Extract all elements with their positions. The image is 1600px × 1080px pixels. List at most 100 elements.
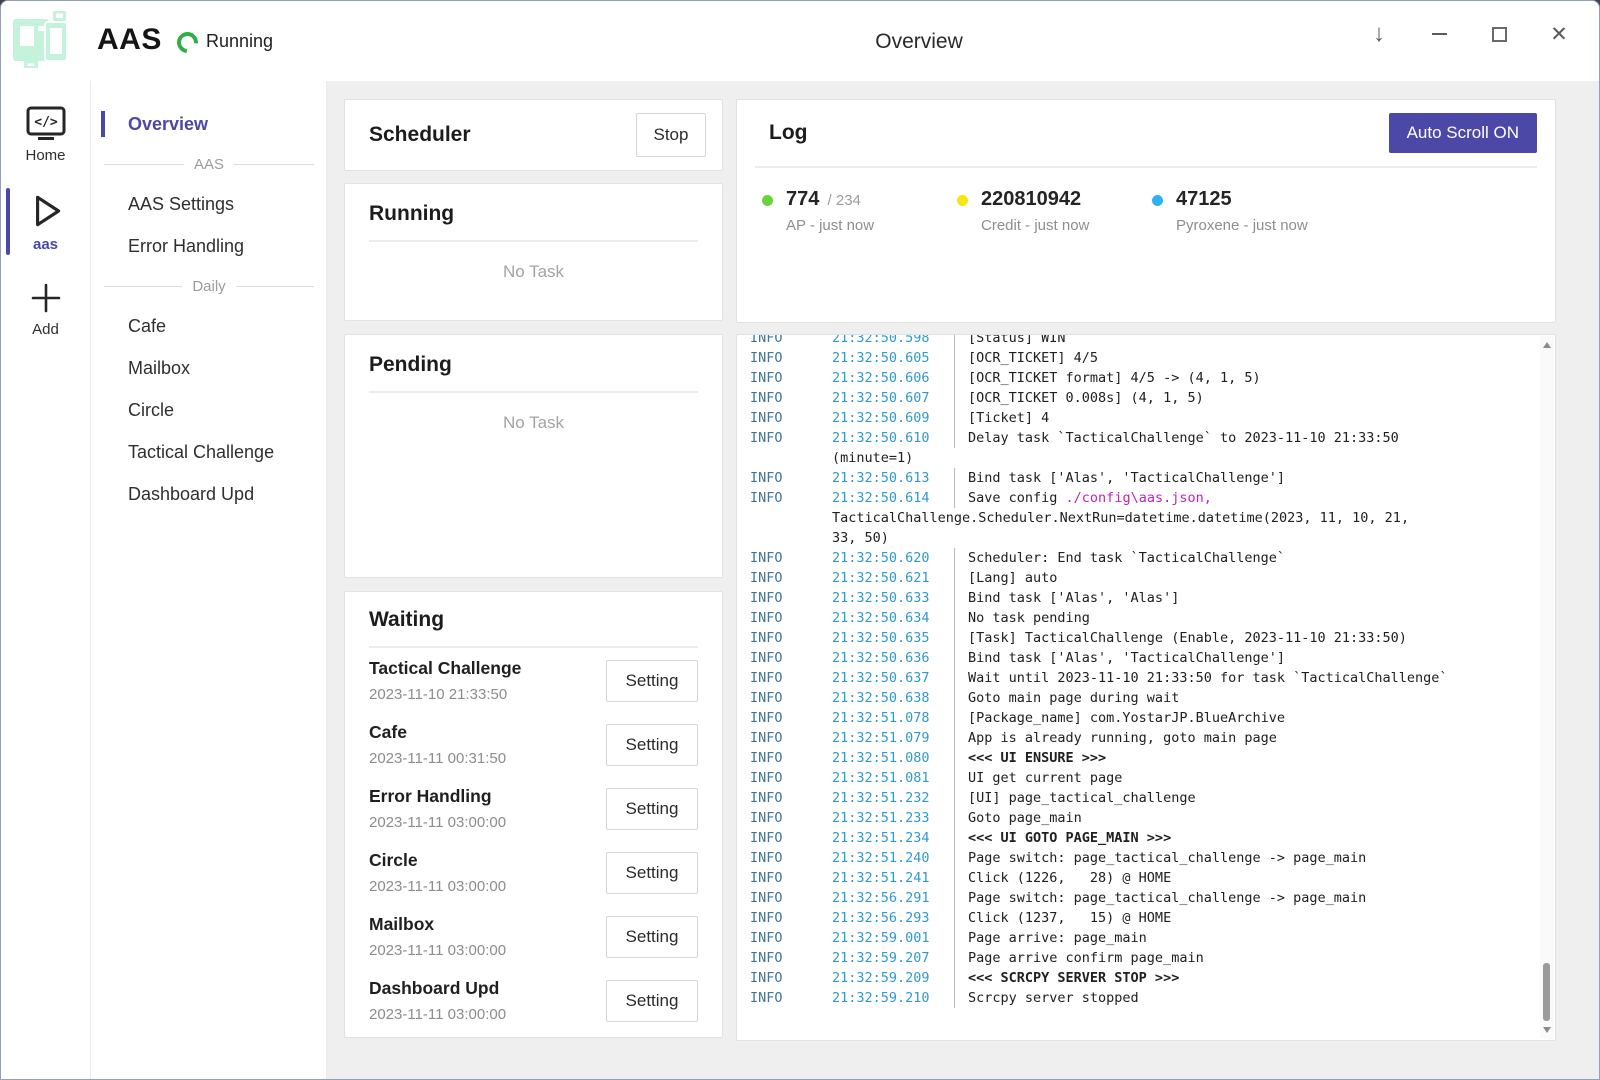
stat-value: 47125: [1176, 188, 1308, 211]
app-window: AAS Running Overview ↓ ✕ </> Home aas: [0, 0, 1600, 1080]
nav-item-error-handling[interactable]: Error Handling: [92, 225, 326, 267]
log-line: INFO21:32:50.614Save config ./config\aas…: [750, 488, 1529, 508]
log-line: INFO21:32:50.638Goto main page during wa…: [750, 688, 1529, 708]
waiting-task-next-run: 2023-11-11 03:00:00: [369, 942, 506, 959]
waiting-task-list: Tactical Challenge 2023-11-10 21:33:50 Set…: [369, 648, 698, 1032]
log-line: INFO21:32:50.620Scheduler: End task `Tac…: [750, 548, 1529, 568]
log-line: INFO21:32:50.635[Task] TacticalChallenge…: [750, 628, 1529, 648]
task-setting-button[interactable]: Setting: [606, 980, 698, 1022]
divider: [369, 391, 698, 393]
log-stats: 774 / 234AP - just now220810942Credit - …: [737, 168, 1555, 234]
running-title: Running: [369, 202, 698, 226]
close-icon[interactable]: ✕: [1545, 20, 1573, 48]
nav-item-label: Overview: [128, 114, 208, 135]
log-line-continuation: 33, 50): [750, 528, 1529, 548]
log-line: INFO21:32:50.634No task pending: [750, 608, 1529, 628]
rail-item-home[interactable]: </> Home: [1, 101, 90, 168]
play-icon: [25, 190, 67, 232]
titlebar: AAS Running Overview ↓ ✕: [1, 1, 1599, 81]
waiting-task-name: Mailbox: [369, 914, 506, 935]
log-line: INFO21:32:50.606[OCR_TICKET format] 4/5 …: [750, 368, 1529, 388]
nav-item-aas-settings[interactable]: AAS Settings: [92, 183, 326, 225]
waiting-task-next-run: 2023-11-11 03:00:00: [369, 1006, 506, 1023]
task-setting-button[interactable]: Setting: [606, 916, 698, 958]
log-line: INFO21:32:50.636Bind task ['Alas', 'Tact…: [750, 648, 1529, 668]
nav-item-mailbox[interactable]: Mailbox: [92, 347, 326, 389]
minimize-icon[interactable]: [1425, 20, 1453, 48]
waiting-task-row: Dashboard Upd 2023-11-11 03:00:00 Setting: [369, 968, 698, 1032]
log-line: INFO21:32:50.633Bind task ['Alas', 'Alas…: [750, 588, 1529, 608]
stat-suffix: / 234: [823, 192, 861, 209]
scheduler-status-label: Running: [206, 31, 273, 52]
log-stat: 774 / 234AP - just now: [762, 188, 957, 234]
nav-item-cafe[interactable]: Cafe: [92, 305, 326, 347]
log-scrollbar[interactable]: [1540, 336, 1554, 1039]
stat-dot-icon: [957, 195, 968, 206]
waiting-task-next-run: 2023-11-11 00:31:50: [369, 750, 506, 767]
scroll-down-icon[interactable]: [1543, 1027, 1551, 1033]
stat-label: Pyroxene - just now: [1176, 217, 1308, 234]
log-line-continuation: TacticalChallenge.Scheduler.NextRun=date…: [750, 508, 1529, 528]
nav-item-label: Mailbox: [128, 358, 190, 379]
main-content: Scheduler Stop Running No Task Pending N…: [327, 81, 1599, 1079]
log-line: INFO21:32:51.081UI get current page: [750, 768, 1529, 788]
log-line: INFO21:32:50.621[Lang] auto: [750, 568, 1529, 588]
log-line: INFO21:32:51.240Page switch: page_tactic…: [750, 848, 1529, 868]
scroll-up-icon[interactable]: [1543, 342, 1551, 348]
log-lines: INFO21:32:50.598[Status] WININFO21:32:50…: [750, 334, 1529, 1008]
waiting-task-name: Dashboard Upd: [369, 978, 506, 999]
task-setting-button[interactable]: Setting: [606, 788, 698, 830]
waiting-task-name: Cafe: [369, 722, 506, 743]
rail-item-add[interactable]: Add: [1, 275, 90, 342]
log-output[interactable]: INFO21:32:50.598[Status] WININFO21:32:50…: [736, 334, 1556, 1041]
log-card: Log Auto Scroll ON 774 / 234AP - just no…: [736, 99, 1556, 323]
waiting-task-row: Circle2023-11-11 03:00:00Setting: [369, 840, 698, 904]
log-line: INFO21:32:59.209<<< SCRCPY SERVER STOP >…: [750, 968, 1529, 988]
waiting-task-row: Cafe 2023-11-11 00:31:50 Setting: [369, 712, 698, 776]
log-line: INFO21:32:59.001Page arrive: page_main: [750, 928, 1529, 948]
scheduler-card: Scheduler Stop: [344, 99, 723, 171]
waiting-task-name: Error Handling: [369, 786, 506, 807]
rail-item-label: Home: [25, 147, 65, 164]
nav-section-divider: AAS: [92, 145, 326, 183]
waiting-task-next-run: 2023-11-10 21:33:50: [369, 686, 521, 703]
waiting-task-row: Tactical Challenge 2023-11-10 21:33:50 Set…: [369, 648, 698, 712]
stat-dot-icon: [762, 195, 773, 206]
log-line: INFO21:32:50.613Bind task ['Alas', 'Tact…: [750, 468, 1529, 488]
app-logo-icon: [11, 9, 75, 71]
auto-scroll-button[interactable]: Auto Scroll ON: [1389, 113, 1537, 153]
nav-item-label: Circle: [128, 400, 174, 421]
rail-item-aas[interactable]: aas: [1, 186, 90, 257]
log-line: INFO21:32:51.080<<< UI ENSURE >>>: [750, 748, 1529, 768]
task-setting-button[interactable]: Setting: [606, 724, 698, 766]
waiting-task-row: Mailbox 2023-11-11 03:00:00 Setting: [369, 904, 698, 968]
nav-item-dashboard-upd[interactable]: Dashboard Upd: [92, 473, 326, 515]
log-stat: 220810942Credit - just now: [957, 188, 1152, 234]
log-line: INFO21:32:56.291Page switch: page_tactic…: [750, 888, 1529, 908]
plus-icon: [27, 279, 65, 317]
stat-label: Credit - just now: [981, 217, 1089, 234]
nav-item-circle[interactable]: Circle: [92, 389, 326, 431]
nav-section-label: Daily: [192, 278, 225, 295]
stop-button[interactable]: Stop: [636, 113, 706, 157]
waiting-task-name: Tactical Challenge: [369, 658, 521, 679]
log-title: Log: [769, 121, 807, 145]
nav-section-divider: Daily: [92, 267, 326, 305]
task-setting-button[interactable]: Setting: [606, 660, 698, 702]
pending-empty-text: No Task: [369, 413, 698, 433]
log-line: INFO21:32:56.293Click (1237, 15) @ HOME: [750, 908, 1529, 928]
log-line: INFO21:32:59.207Page arrive confirm page…: [750, 948, 1529, 968]
page-title: Overview: [875, 30, 963, 54]
scrollbar-thumb[interactable]: [1543, 963, 1550, 1021]
maximize-icon[interactable]: [1485, 20, 1513, 48]
task-setting-button[interactable]: Setting: [606, 852, 698, 894]
nav-item-overview[interactable]: Overview: [92, 103, 326, 145]
nav-item-label: Dashboard Upd: [128, 484, 254, 505]
nav-item-tactical-challenge[interactable]: Tactical Challenge: [92, 431, 326, 473]
download-update-icon[interactable]: ↓: [1365, 20, 1393, 48]
pending-card: Pending No Task: [344, 334, 723, 578]
log-line: INFO21:32:50.609[Ticket] 4: [750, 408, 1529, 428]
log-line: INFO21:32:51.078[Package_name] com.Yosta…: [750, 708, 1529, 728]
svg-text:</>: </>: [34, 115, 58, 130]
nav-item-label: Cafe: [128, 316, 166, 337]
